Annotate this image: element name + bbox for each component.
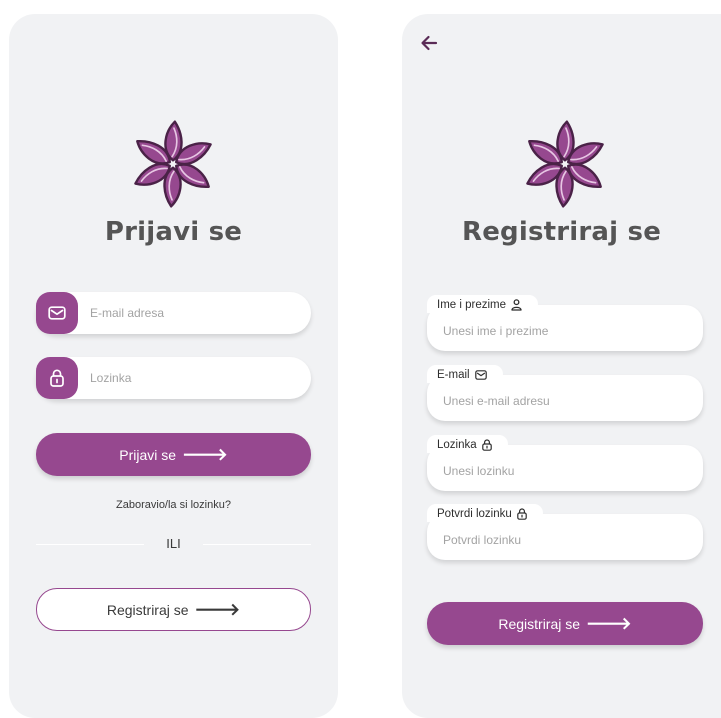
email-field[interactable] xyxy=(36,292,311,334)
register-title: Registriraj se xyxy=(461,217,662,247)
mail-icon xyxy=(474,370,487,380)
arrow-right-icon: 🡒 xyxy=(586,614,632,633)
lock-icon xyxy=(36,357,78,399)
lock-icon xyxy=(481,439,492,451)
email-label-text: E-mail xyxy=(437,369,470,381)
full-name-input[interactable] xyxy=(443,318,688,344)
arrow-right-icon: 🡒 xyxy=(182,445,228,464)
email-label: E-mail xyxy=(427,365,503,383)
confirm-password-label-text: Potvrdi lozinku xyxy=(437,508,512,520)
login-screen: Prijavi se Prijavi se 🡒 Zaboravio/la si … xyxy=(9,14,338,718)
register-button-label: Registriraj se xyxy=(106,601,189,618)
register-submit-button[interactable]: Registriraj se 🡒 xyxy=(427,602,703,645)
register-submit-label: Registriraj se xyxy=(498,615,581,632)
forgot-password-link[interactable]: Zaboravio/la si lozinku? xyxy=(9,499,338,511)
email-input[interactable] xyxy=(443,388,688,414)
divider-line-right xyxy=(203,544,311,545)
or-divider: ILI xyxy=(36,536,311,552)
login-button-label: Prijavi se xyxy=(119,446,177,463)
email-input[interactable] xyxy=(90,292,300,334)
password-label-text: Lozinka xyxy=(437,439,477,451)
login-button[interactable]: Prijavi se 🡒 xyxy=(36,433,311,476)
password-label: Lozinka xyxy=(427,435,508,453)
full-name-label: Ime i prezime xyxy=(427,295,539,313)
register-button[interactable]: Registriraj se 🡒 xyxy=(36,588,311,631)
confirm-password-label: Potvrdi lozinku xyxy=(427,504,543,522)
login-title: Prijavi se xyxy=(104,217,243,247)
flower-logo-icon xyxy=(519,114,611,214)
mail-icon xyxy=(36,292,78,334)
arrow-right-icon: 🡒 xyxy=(194,600,241,619)
arrow-left-icon[interactable] xyxy=(418,32,440,54)
password-input[interactable] xyxy=(443,458,688,484)
user-icon xyxy=(511,299,522,311)
password-input[interactable] xyxy=(90,357,300,399)
password-field[interactable] xyxy=(36,357,311,399)
flower-logo-icon xyxy=(127,114,219,214)
lock-icon xyxy=(516,508,527,520)
full-name-label-text: Ime i prezime xyxy=(437,299,507,311)
register-screen: Registriraj se Ime i prezime E-mail Lozi… xyxy=(402,14,721,718)
confirm-password-input[interactable] xyxy=(443,527,688,553)
